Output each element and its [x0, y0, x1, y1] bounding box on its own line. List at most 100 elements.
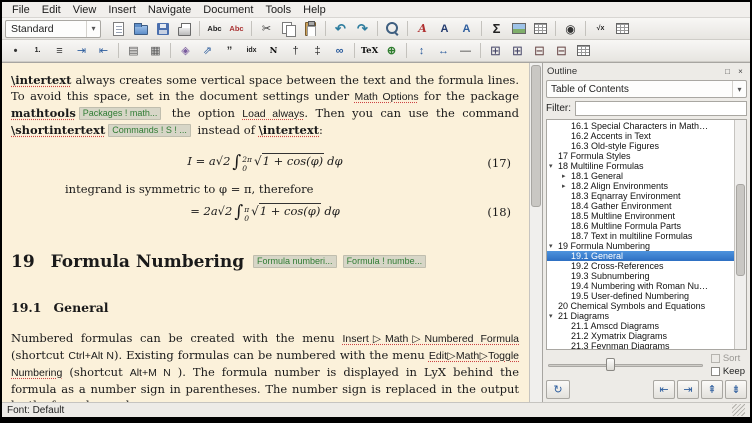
table-insert-row-button[interactable]: ⊞	[485, 41, 506, 60]
save-button[interactable]	[152, 19, 173, 38]
slider-handle[interactable]	[606, 358, 615, 371]
menu-tools[interactable]: Tools	[259, 4, 297, 16]
move-up-button[interactable]: ⇞	[701, 380, 723, 399]
outline-item[interactable]: 16.3 Old-style Figures	[547, 141, 734, 151]
outline-item[interactable]: 19.4 Numbering with Roman Nu…	[547, 281, 734, 291]
collapse-arrow-icon[interactable]: ▾	[549, 312, 558, 320]
figure-float-button[interactable]: ▤	[123, 41, 144, 60]
outline-item[interactable]: ▾18 Multiline Formulas	[547, 161, 734, 171]
outline-item[interactable]: 21.2 Xymatrix Diagrams	[547, 331, 734, 341]
insert-cross-reference-button[interactable]: ⇗	[197, 41, 218, 60]
table-delete-row-button[interactable]: ⊟	[529, 41, 550, 60]
collapse-arrow-icon[interactable]: ▾	[549, 242, 558, 250]
index-inset[interactable]: Formula ! numbe...	[343, 255, 427, 268]
outline-item[interactable]: 18.7 Text in multiline Formulas	[547, 231, 734, 241]
find-replace-button[interactable]	[382, 19, 403, 38]
insert-graphics-button[interactable]	[508, 19, 529, 38]
table-delete-column-button[interactable]: ⊟	[551, 41, 572, 60]
menu-file[interactable]: File	[6, 4, 36, 16]
outline-item-selected[interactable]: 19.1 General	[547, 251, 734, 261]
index-inset[interactable]: Commands ! S ! ...	[108, 124, 191, 137]
math-panel-toggle-button[interactable]: √x	[590, 19, 611, 38]
table-insert-column-button[interactable]: ⊞	[507, 41, 528, 60]
index-inset[interactable]: Formula numberi...	[253, 255, 337, 268]
outline-type-selector[interactable]: Table of Contents ▾	[546, 80, 747, 98]
scrollbar-thumb[interactable]	[531, 65, 541, 207]
insert-hyperlink-button[interactable]: ∞	[329, 41, 350, 60]
outline-item[interactable]: 18.4 Gather Environment	[547, 201, 734, 211]
spellcheck-button[interactable]: Abc	[204, 19, 225, 38]
menu-navigate[interactable]: Navigate	[142, 4, 197, 16]
print-button[interactable]	[174, 19, 195, 38]
move-down-button[interactable]: ⇟	[725, 380, 747, 399]
redo-button[interactable]: ↷	[352, 19, 373, 38]
document-canvas[interactable]: \intertext always creates some vertical …	[2, 63, 529, 402]
insert-margin-note-button[interactable]: ‡	[307, 41, 328, 60]
insert-label-button[interactable]: ◈	[175, 41, 196, 60]
insert-tex-code-button[interactable]: TeX	[359, 41, 380, 60]
insert-citation-button[interactable]: ”	[219, 41, 240, 60]
track-changes-button[interactable]: Abc	[226, 19, 247, 38]
float-panel-icon[interactable]: □	[722, 66, 733, 77]
outline-item[interactable]: 21.1 Amscd Diagrams	[547, 321, 734, 331]
outline-item[interactable]: 18.5 Multline Environment	[547, 211, 734, 221]
enumerate-button[interactable]: 1.	[27, 41, 48, 60]
outline-scrollbar[interactable]	[734, 120, 746, 349]
expand-arrow-icon[interactable]: ▸	[562, 172, 571, 180]
outline-item[interactable]: 16.2 Accents in Text	[547, 131, 734, 141]
insert-footnote-button[interactable]: †	[285, 41, 306, 60]
open-document-button[interactable]	[130, 19, 151, 38]
menu-insert[interactable]: Insert	[102, 4, 142, 16]
table-panel-toggle-button[interactable]	[612, 19, 633, 38]
copy-button[interactable]	[278, 19, 299, 38]
menu-view[interactable]: View	[67, 4, 103, 16]
depth-slider[interactable]	[546, 356, 705, 374]
outline-item[interactable]: ▸18.2 Align Environments	[547, 181, 734, 191]
new-document-button[interactable]	[108, 19, 129, 38]
insert-horizontal-line-button[interactable]: ―	[455, 41, 476, 60]
cut-button[interactable]: ✂	[256, 19, 277, 38]
decrease-depth-button[interactable]: ⇤	[93, 41, 114, 60]
insert-table-button[interactable]	[530, 19, 551, 38]
outline-item[interactable]: 19.3 Subnumbering	[547, 271, 734, 281]
outline-item[interactable]: 18.6 Multline Formula Parts	[547, 221, 734, 231]
include-file-button[interactable]: ⊕	[381, 41, 402, 60]
close-panel-icon[interactable]: ×	[735, 66, 746, 77]
sort-checkbox[interactable]: Sort	[711, 353, 745, 364]
itemize-button[interactable]: •	[5, 41, 26, 60]
insert-index-entry-button[interactable]: idx	[241, 41, 262, 60]
index-inset[interactable]: Packages ! math...	[79, 107, 162, 120]
outline-item[interactable]: ▾21 Diagrams	[547, 311, 734, 321]
outline-item[interactable]: ▾19 Formula Numbering	[547, 241, 734, 251]
filter-input[interactable]	[575, 101, 747, 116]
document-scrollbar[interactable]	[529, 63, 542, 402]
outline-item[interactable]: 18.3 Eqnarray Environment	[547, 191, 734, 201]
insert-nomenclature-button[interactable]: N	[263, 41, 284, 60]
menu-edit[interactable]: Edit	[36, 4, 67, 16]
collapse-arrow-icon[interactable]: ▾	[549, 162, 558, 170]
outline-item[interactable]: ▸18.1 General	[547, 171, 734, 181]
update-outline-button[interactable]: ↻	[546, 380, 570, 399]
insert-hspace-button[interactable]: ↔	[433, 41, 454, 60]
menu-document[interactable]: Document	[197, 4, 259, 16]
emphasis-button[interactable]: A	[412, 19, 433, 38]
document-preview-button[interactable]: ◉	[560, 19, 581, 38]
outline-item[interactable]: 19.2 Cross-References	[547, 261, 734, 271]
description-list-button[interactable]: ≡	[49, 41, 70, 60]
promote-button[interactable]: ⇤	[653, 380, 675, 399]
undo-button[interactable]: ↶	[330, 19, 351, 38]
outline-item[interactable]: 21.3 Feynman Diagrams	[547, 341, 734, 349]
increase-depth-button[interactable]: ⇥	[71, 41, 92, 60]
scrollbar-thumb[interactable]	[736, 184, 745, 276]
outline-item[interactable]: 20 Chemical Symbols and Equations	[547, 301, 734, 311]
insert-vspace-button[interactable]: ↕	[411, 41, 432, 60]
equation-block[interactable]: I = a√2∫2π0√1 + cos(φ)dφ (17) integrand …	[11, 150, 519, 224]
table-settings-button[interactable]	[573, 41, 594, 60]
noun-button[interactable]: A	[434, 19, 455, 38]
table-float-button[interactable]: ▦	[145, 41, 166, 60]
paste-button[interactable]	[300, 19, 321, 38]
outline-item[interactable]: 16.1 Special Characters in Math…	[547, 121, 734, 131]
demote-button[interactable]: ⇥	[677, 380, 699, 399]
outline-item[interactable]: 19.5 User-defined Numbering	[547, 291, 734, 301]
outline-item[interactable]: 17 Formula Styles	[547, 151, 734, 161]
